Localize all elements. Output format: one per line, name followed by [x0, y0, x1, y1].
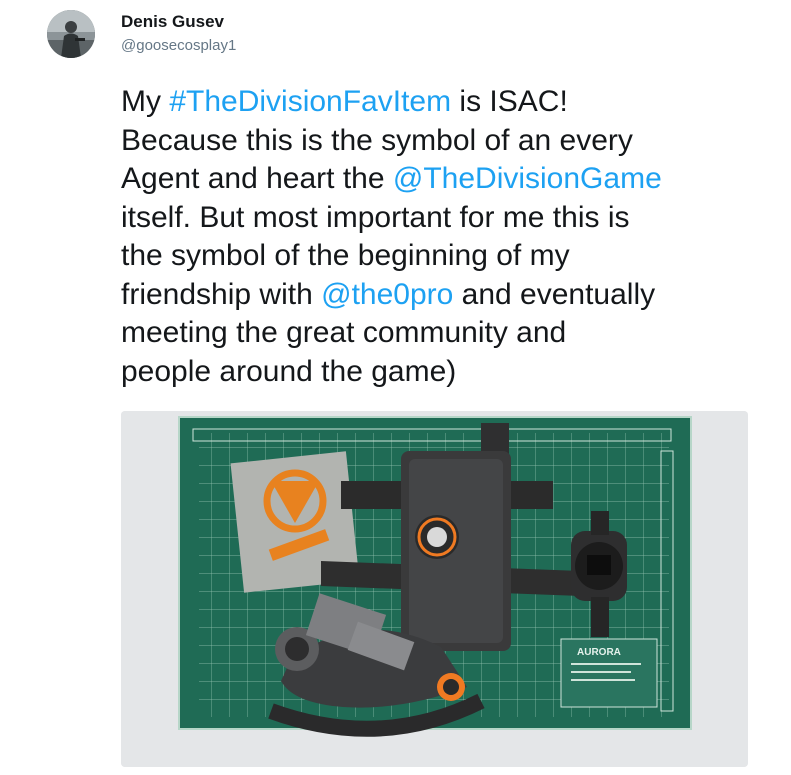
tweet-photo[interactable]: AURORA: [121, 411, 748, 767]
mention-link[interactable]: @TheDivisionGame: [393, 162, 662, 195]
tweet-card: Denis Gusev @goosecosplay1 My #TheDivisi…: [0, 0, 791, 775]
author-handle[interactable]: @goosecosplay1: [121, 36, 236, 56]
mat-brand-label: AURORA: [577, 647, 621, 658]
user-avatar-icon: [47, 10, 95, 58]
tweet-author: Denis Gusev @goosecosplay1: [121, 12, 236, 56]
author-display-name[interactable]: Denis Gusev: [121, 12, 236, 32]
photo-image-icon: AURORA: [121, 411, 748, 767]
tweet-text: My #TheDivisionFavItem is ISAC! Because t…: [121, 83, 771, 391]
mention-link[interactable]: @the0pro: [321, 278, 453, 311]
tweet-text-segment: My: [121, 85, 170, 118]
avatar[interactable]: [47, 10, 95, 58]
hashtag-link[interactable]: #TheDivisionFavItem: [169, 85, 451, 118]
